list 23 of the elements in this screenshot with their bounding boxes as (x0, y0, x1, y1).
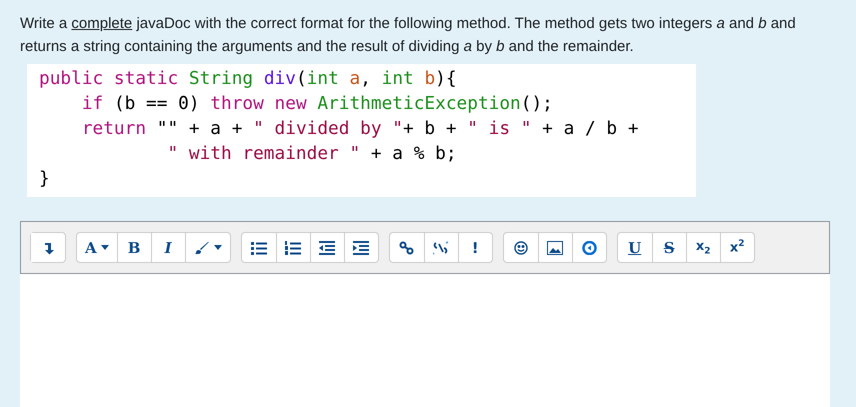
link-icon (398, 240, 415, 254)
unlink-icon (433, 240, 450, 254)
code-line: } (39, 167, 51, 191)
numbered-list-icon (285, 240, 302, 254)
media-button[interactable] (572, 233, 606, 262)
caret-icon (214, 245, 222, 250)
code-line: return "" + a + " divided by "+ b + " is " + a / b + (80, 117, 640, 141)
arrow-down-icon (42, 240, 54, 254)
code-line: public static String div(int a, int b){ (39, 67, 458, 91)
caret-icon (100, 245, 109, 250)
code-line: " with remainder " + a % b; (166, 142, 458, 166)
code-line: if (b == 0) throw new ArithmeticException(); (80, 92, 554, 116)
brush-icon (194, 240, 210, 254)
bulleted-list-icon (250, 240, 267, 254)
color-button[interactable] (184, 233, 230, 262)
superscript-button[interactable]: x$^{2}$ (720, 233, 754, 262)
smiley-icon (512, 240, 529, 254)
indent-icon (353, 240, 370, 254)
question-text: Write a complete javaDoc with the correct format for the following method. The method gets two integers a and b and returns a string containing the arguments and the result of dividing a by b and the remainder. (20, 14, 797, 57)
indent-button[interactable] (344, 233, 378, 262)
outdent-icon (319, 240, 336, 254)
image-icon (547, 240, 564, 254)
exclamation-button[interactable]: ! (458, 233, 492, 262)
